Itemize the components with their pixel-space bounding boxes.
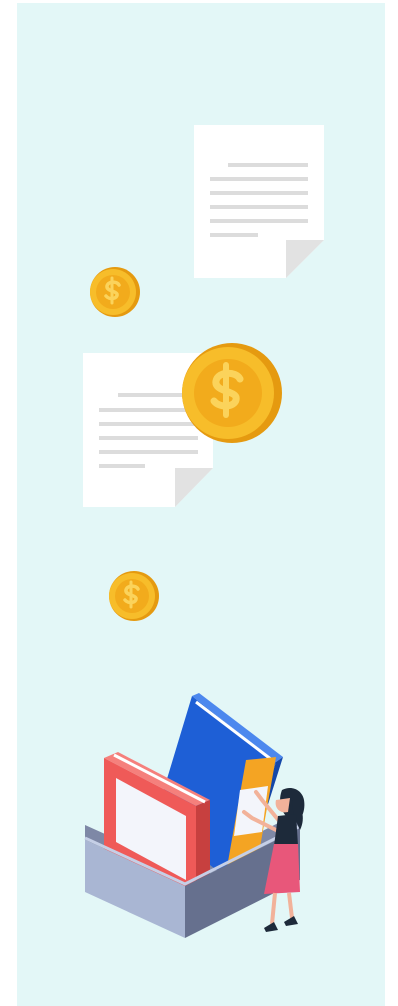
coin-large-icon (182, 343, 282, 443)
coin-small-top-icon (88, 265, 142, 319)
coin-small-bottom-icon (107, 569, 161, 623)
finance-documents-illustration (83, 125, 324, 938)
document-top-icon (194, 125, 324, 278)
file-box-icon (84, 693, 301, 938)
